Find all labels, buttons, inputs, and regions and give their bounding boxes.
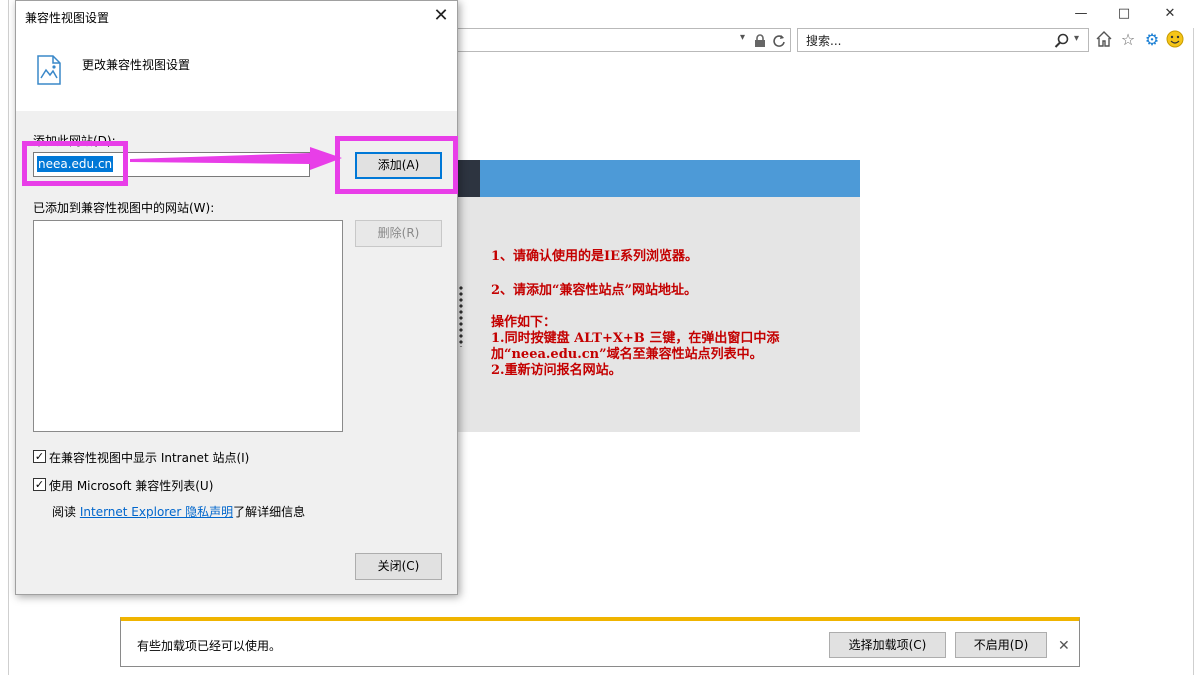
added-sites-list[interactable] (33, 220, 343, 432)
disable-addons-button[interactable]: 不启用(D) (955, 632, 1047, 658)
resize-grip[interactable] (458, 285, 464, 347)
privacy-prefix: 阅读 (52, 505, 77, 519)
notification-message: 有些加载项已经可以使用。 (137, 639, 282, 653)
refresh-icon[interactable] (772, 33, 786, 47)
notification-close-icon[interactable]: ✕ (1058, 638, 1070, 654)
dialog-titlebar: 兼容性视图设置 ✕ (16, 1, 457, 31)
annotation-arrow-icon (130, 147, 342, 170)
added-sites-label: 已添加到兼容性视图中的网站(W): (33, 201, 215, 215)
dropdown-icon[interactable]: ▾ (740, 32, 745, 43)
notice-step-2: 2.重新访问报名网站。 (491, 363, 622, 378)
minimize-icon[interactable]: — (1067, 4, 1095, 24)
search-dropdown-icon[interactable]: ▾ (1074, 33, 1079, 44)
address-bar[interactable]: ▾ (449, 28, 791, 52)
remove-button[interactable]: 删除(R) (355, 220, 442, 247)
favorites-star-icon[interactable]: ☆ (1117, 29, 1139, 51)
notice-steps-title: 操作如下： (491, 315, 557, 330)
highlight-site-input (22, 141, 128, 186)
intranet-checkbox-label[interactable]: 在兼容性视图中显示 Intranet 站点(I) (49, 449, 249, 466)
page-header-banner (440, 160, 860, 197)
settings-gear-icon[interactable]: ⚙ (1141, 29, 1163, 51)
ms-list-checkbox-label[interactable]: 使用 Microsoft 兼容性列表(U) (49, 477, 213, 494)
privacy-link[interactable]: Internet Explorer 隐私声明 (80, 505, 233, 519)
document-image-icon (37, 55, 61, 85)
notice-line-2: 2、请添加“兼容性站点”网站地址。 (491, 283, 698, 298)
highlight-add-button (335, 136, 458, 194)
notice-line-1: 1、请确认使用的是IE系列浏览器。 (491, 249, 699, 264)
dialog-close-icon[interactable]: ✕ (428, 5, 454, 27)
choose-addons-button[interactable]: 选择加载项(C) (829, 632, 946, 658)
privacy-note: 阅读 Internet Explorer 隐私声明了解详细信息 (52, 503, 305, 520)
close-button[interactable]: 关闭(C) (355, 553, 442, 580)
dialog-heading: 更改兼容性视图设置 (82, 58, 191, 72)
notice-step-1b: 加“neea.edu.cn”域名至兼容性站点列表中。 (491, 347, 763, 362)
dialog-title: 兼容性视图设置 (25, 11, 110, 25)
close-icon[interactable]: ✕ (1156, 4, 1184, 24)
search-input[interactable]: 搜索... (806, 32, 841, 49)
addon-notification-bar: 有些加载项已经可以使用。 选择加载项(C) 不启用(D) ✕ (120, 617, 1080, 667)
lock-icon (755, 34, 765, 47)
privacy-suffix: 了解详细信息 (233, 505, 306, 519)
maximize-icon[interactable]: □ (1110, 4, 1138, 24)
notice-step-1a: 1.同时按键盘 ALT+X+B 三键，在弹出窗口中添 (491, 331, 780, 346)
feedback-smiley-icon[interactable] (1165, 29, 1187, 51)
search-icon[interactable] (1054, 33, 1070, 49)
ms-list-checkbox[interactable]: ✓ (33, 478, 46, 491)
dialog-header: 更改兼容性视图设置 (16, 31, 457, 111)
search-box[interactable]: 搜索... ▾ (797, 28, 1089, 52)
compat-view-dialog: 兼容性视图设置 ✕ 更改兼容性视图设置 添加此网站(D): neea.edu.c… (15, 0, 458, 595)
home-icon[interactable] (1094, 29, 1116, 51)
intranet-checkbox[interactable]: ✓ (33, 450, 46, 463)
notice-panel: 1、请确认使用的是IE系列浏览器。 2、请添加“兼容性站点”网站地址。 操作如下… (440, 197, 860, 432)
